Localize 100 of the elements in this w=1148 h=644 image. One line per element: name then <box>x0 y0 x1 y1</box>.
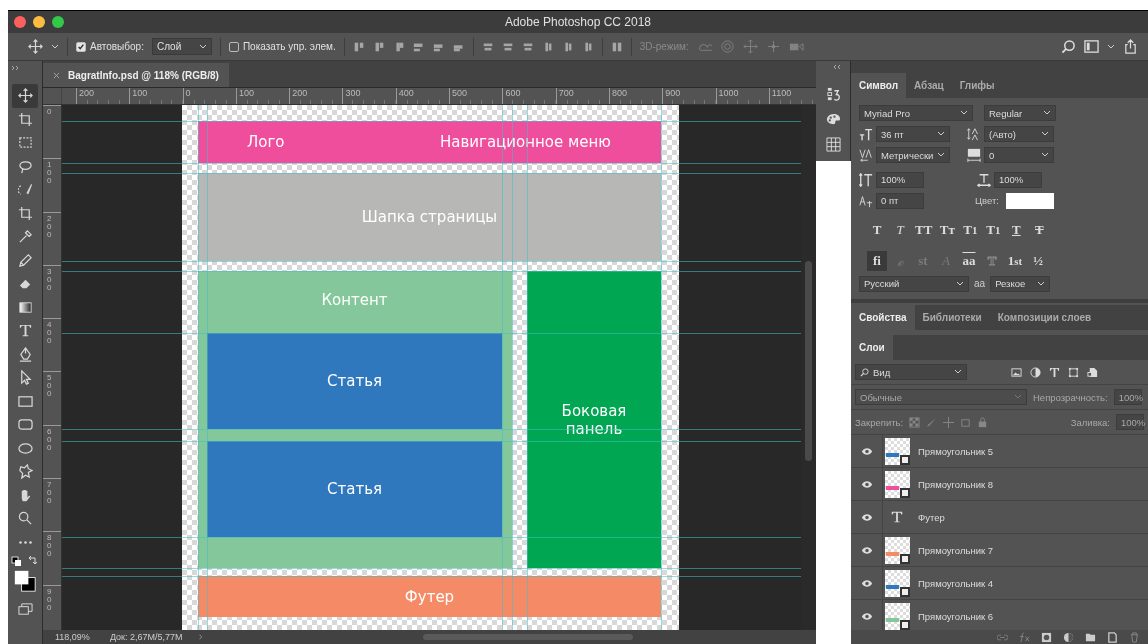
language-dropdown[interactable]: Русский <box>859 275 969 292</box>
move-tool-button[interactable] <box>12 84 38 108</box>
panel-tab[interactable]: Библиотеки <box>914 305 990 330</box>
antialias-dropdown[interactable]: Резкое <box>990 275 1051 292</box>
baseline-shift-field[interactable]: 0 пт <box>876 192 924 209</box>
font-family-dropdown[interactable]: Myriad Pro <box>859 105 973 122</box>
layer-row[interactable]: Прямоугольник 8 <box>851 468 1148 501</box>
layer-name: Прямоугольник 5 <box>918 445 994 457</box>
horizontal-scale-icon <box>977 172 991 187</box>
panel-tab[interactable]: Символ <box>851 73 906 98</box>
opentype-button[interactable]: ½ <box>1028 250 1048 271</box>
share-icon[interactable] <box>1123 39 1138 54</box>
close-icon[interactable] <box>53 71 60 79</box>
shape-layer-icon <box>900 454 910 465</box>
ruler-label: 100 <box>238 88 254 98</box>
opentype-button[interactable]: aa <box>959 250 979 271</box>
shape-filter-icon[interactable] <box>1068 366 1079 378</box>
swatches-grid-icon[interactable] <box>825 137 841 152</box>
maximize-window-button[interactable] <box>52 16 64 28</box>
fill-field[interactable]: 100% <box>1116 414 1144 430</box>
layers-tab[interactable]: Слои <box>851 335 893 360</box>
panel-tab[interactable]: Глифы <box>951 73 1003 98</box>
type-style-button[interactable]: T <box>867 219 887 240</box>
ruler-label: 700 <box>558 88 574 98</box>
caret-icon[interactable] <box>196 634 205 640</box>
vertical-scale-icon <box>859 172 873 187</box>
eye-icon[interactable] <box>860 512 873 522</box>
layer-filter-dropdown[interactable]: Вид <box>855 364 967 380</box>
expand-icon[interactable] <box>11 65 21 71</box>
eye-icon[interactable] <box>860 611 873 621</box>
eye-icon[interactable] <box>860 545 873 555</box>
antialias-label: aa <box>974 278 986 290</box>
ruler-label: 400 <box>398 88 414 98</box>
opentype-button[interactable]: fi <box>867 250 887 271</box>
opacity-field[interactable]: 100% <box>1113 389 1142 405</box>
swap-colors-icon[interactable] <box>11 556 39 568</box>
smart-object-filter-icon[interactable] <box>1087 366 1098 378</box>
font-size-dropdown[interactable]: 36 пт <box>876 126 950 143</box>
collapse-icon[interactable] <box>831 64 841 70</box>
vertical-scale-field[interactable]: 100% <box>876 171 924 188</box>
trash-icon[interactable] <box>1129 631 1140 643</box>
panel-tab[interactable]: Свойства <box>851 305 915 330</box>
eye-icon[interactable] <box>860 446 873 456</box>
type-style-button[interactable]: T <box>1029 219 1050 240</box>
eye-icon[interactable] <box>860 578 873 588</box>
panel-tab[interactable]: Композиции слоев <box>989 305 1100 330</box>
new-layer-icon[interactable] <box>1107 631 1118 643</box>
folder-icon[interactable] <box>1085 631 1096 643</box>
screen-mode-icon[interactable] <box>17 602 33 617</box>
horizontal-scale-field[interactable]: 100% <box>994 171 1042 188</box>
layer-row[interactable]: Прямоугольник 7 <box>851 534 1148 567</box>
zoom-icon <box>17 511 33 527</box>
color-swatches[interactable] <box>14 570 36 592</box>
palette-icon[interactable] <box>825 112 841 127</box>
align-icon[interactable] <box>352 40 365 53</box>
auto-select-label: Автовыбор: <box>90 41 144 52</box>
layer-row[interactable]: Прямоугольник 4 <box>851 567 1148 600</box>
caret-icon[interactable] <box>1107 43 1115 50</box>
font-style-dropdown[interactable]: Regular <box>984 105 1056 122</box>
mask-icon[interactable] <box>1041 631 1052 643</box>
history-icon[interactable] <box>825 87 841 102</box>
image-filter-icon[interactable] <box>1011 366 1022 378</box>
move-icon[interactable] <box>28 39 43 54</box>
auto-select-checkbox[interactable] <box>76 41 86 52</box>
layer-name: Прямоугольник 8 <box>918 478 994 490</box>
ruler-label: 700 <box>47 481 52 506</box>
auto-select-dropdown[interactable]: Слой <box>151 38 212 55</box>
layer-row[interactable]: Прямоугольник 5 <box>851 435 1148 468</box>
panel-tab[interactable]: Абзац <box>906 73 952 98</box>
show-transform-checkbox[interactable] <box>228 41 239 52</box>
type-style-button[interactable]: T <box>1006 219 1027 240</box>
ruler-label: 600 <box>505 88 521 98</box>
layer-row[interactable]: Футер <box>851 501 1148 534</box>
workspace-icon[interactable] <box>1084 39 1099 54</box>
document-tab[interactable]: BagratInfo.psd @ 118% (RGB/8) <box>43 63 229 87</box>
adjustment-filter-icon[interactable] <box>1030 366 1041 378</box>
horizontal-scrollbar[interactable] <box>423 634 633 640</box>
ruler-label: 1100 <box>771 88 792 98</box>
auto-align-icon[interactable] <box>610 40 623 53</box>
eye-icon[interactable] <box>860 479 873 489</box>
type-style-button[interactable]: T <box>890 219 910 240</box>
ruler-label: 100 <box>47 161 52 186</box>
leading-dropdown[interactable]: (Авто) <box>984 126 1054 143</box>
type-style-button[interactable]: TT <box>913 219 935 240</box>
close-window-button[interactable] <box>14 16 26 28</box>
tracking-dropdown[interactable]: 0 <box>984 147 1054 164</box>
adjustment-layer-icon[interactable] <box>1063 631 1074 643</box>
page-header-label: Шапка страницы <box>361 208 498 226</box>
ruler-label: 0 <box>47 108 52 116</box>
ruler-label: 800 <box>47 534 52 559</box>
type-style-button[interactable]: Tт <box>937 219 958 240</box>
search-icon[interactable] <box>1061 39 1076 54</box>
caret-icon <box>198 43 207 50</box>
kerning-dropdown[interactable]: Метрически <box>876 147 950 164</box>
type-filter-icon[interactable] <box>1049 366 1060 378</box>
caret-icon[interactable] <box>51 43 59 50</box>
minimize-window-button[interactable] <box>33 16 45 28</box>
fx-icon[interactable] <box>1019 631 1030 643</box>
text-color-swatch[interactable] <box>1005 192 1054 209</box>
opacity-label: Непрозрачность: <box>1033 391 1108 403</box>
